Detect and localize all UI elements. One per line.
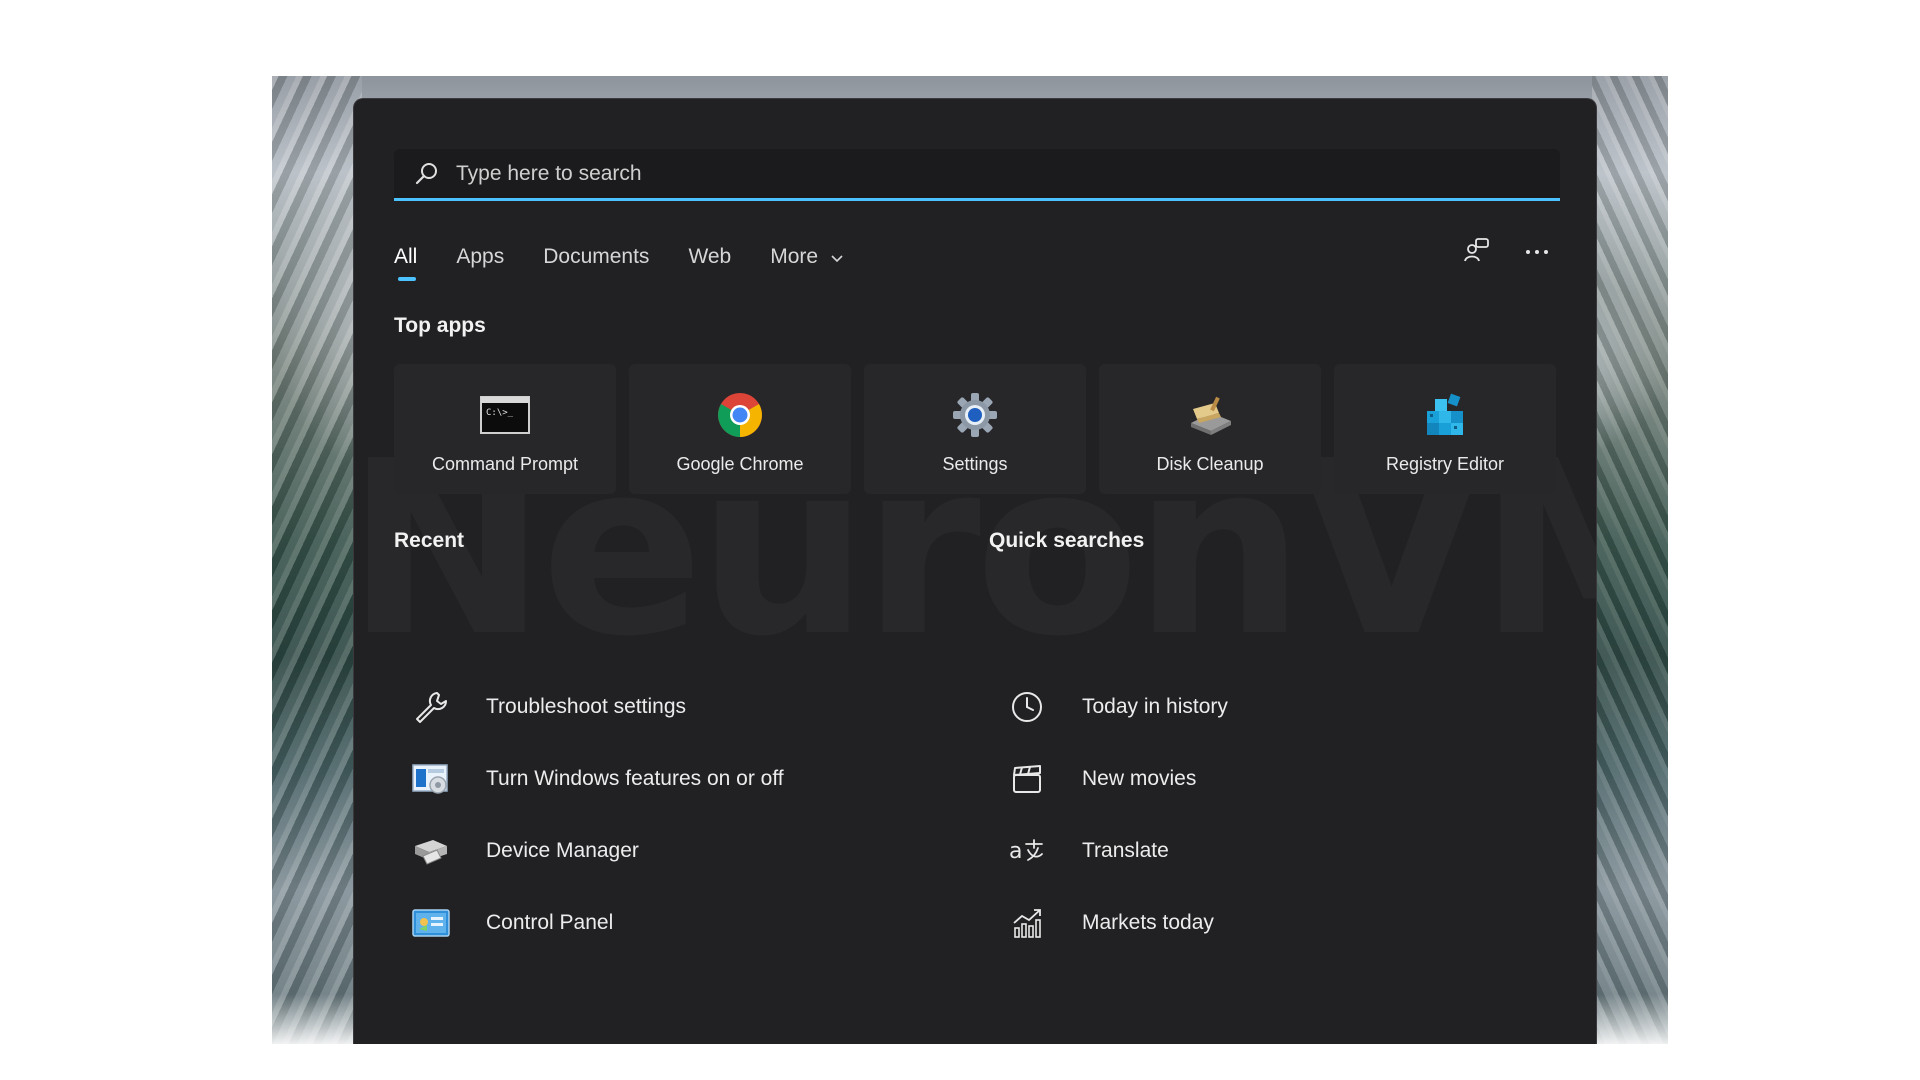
quick-search-new-movies[interactable]: New movies (1006, 743, 1228, 815)
tab-more[interactable]: More (770, 235, 844, 287)
tab-apps[interactable]: Apps (456, 235, 504, 287)
more-options-button[interactable] (1522, 237, 1552, 267)
control-panel-icon (410, 902, 452, 944)
top-apps-list: C:\>_ Command Prompt Google Chrome Setti… (394, 364, 1556, 494)
tab-web[interactable]: Web (688, 235, 731, 287)
registry-editor-icon (1420, 390, 1470, 440)
app-tile-command-prompt[interactable]: C:\>_ Command Prompt (394, 364, 616, 494)
svg-text:C:\>_: C:\>_ (486, 408, 514, 418)
translate-icon: a (1006, 830, 1048, 872)
filter-tabs: All Apps Documents Web More (394, 235, 883, 295)
quick-searches-heading: Quick searches (989, 529, 1145, 552)
chrome-icon (715, 390, 765, 440)
windows-features-icon (410, 758, 452, 800)
search-box[interactable] (394, 149, 1560, 201)
account-switch-button[interactable] (1462, 237, 1492, 267)
app-tile-settings[interactable]: Settings (864, 364, 1086, 494)
account-switch-icon (1463, 236, 1491, 269)
app-tile-disk-cleanup[interactable]: Disk Cleanup (1099, 364, 1321, 494)
clock-icon (1006, 686, 1048, 728)
search-input[interactable] (456, 149, 1560, 198)
command-prompt-icon: C:\>_ (480, 390, 530, 440)
chevron-down-icon (830, 245, 844, 269)
svg-text:a: a (1009, 839, 1022, 864)
recent-heading: Recent (394, 529, 465, 552)
recent-item-device-manager[interactable]: Device Manager (410, 815, 784, 887)
recent-item-windows-features[interactable]: Turn Windows features on or off (410, 743, 784, 815)
device-manager-icon (410, 830, 452, 872)
wrench-icon (410, 686, 452, 728)
quick-searches-list: Today in history New movies a Translate (1006, 671, 1228, 959)
quick-search-translate[interactable]: a Translate (1006, 815, 1228, 887)
clapperboard-icon (1006, 758, 1048, 800)
ellipsis-icon (1525, 243, 1549, 261)
disk-cleanup-icon (1185, 390, 1235, 440)
top-apps-heading: Top apps (394, 314, 486, 337)
quick-search-markets-today[interactable]: Markets today (1006, 887, 1228, 959)
gear-icon (950, 390, 1000, 440)
chart-icon (1006, 902, 1048, 944)
toolbar-right (1462, 237, 1552, 267)
recent-item-control-panel[interactable]: Control Panel (410, 887, 784, 959)
recent-list: Troubleshoot settings Turn Windows featu… (410, 671, 784, 959)
quick-search-today-in-history[interactable]: Today in history (1006, 671, 1228, 743)
search-icon (414, 160, 442, 188)
search-panel: NeuronVM All Apps Documents Web More (353, 98, 1597, 1044)
recent-item-troubleshoot-settings[interactable]: Troubleshoot settings (410, 671, 784, 743)
tab-documents[interactable]: Documents (543, 235, 649, 287)
tab-all[interactable]: All (394, 235, 417, 287)
app-tile-registry-editor[interactable]: Registry Editor (1334, 364, 1556, 494)
app-tile-google-chrome[interactable]: Google Chrome (629, 364, 851, 494)
